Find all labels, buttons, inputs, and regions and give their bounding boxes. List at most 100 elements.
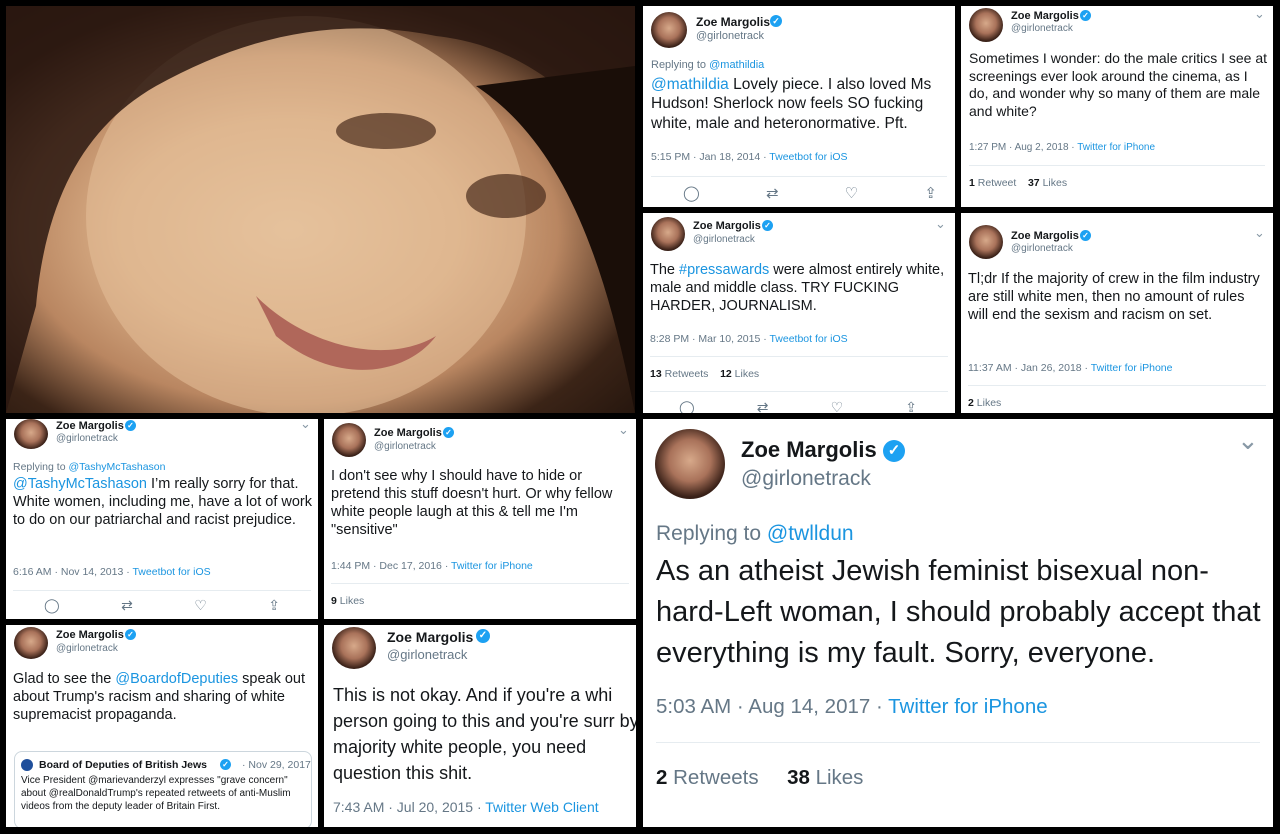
retweet-icon[interactable]: ⇄ (757, 399, 769, 413)
client-link[interactable]: Tweetbot for iOS (769, 151, 847, 163)
avatar[interactable] (332, 627, 376, 669)
timestamp[interactable]: 1:27 PM · Aug 2, 2018 · (969, 142, 1077, 153)
retweet-count[interactable]: 13 (650, 368, 662, 380)
like-icon[interactable]: ♡ (194, 597, 207, 614)
face-illustration (6, 6, 635, 413)
client-link[interactable]: Twitter for iPhone (1077, 142, 1155, 153)
like-label[interactable]: Likes (735, 368, 760, 380)
timestamp[interactable]: 11:37 AM · Jan 26, 2018 · (968, 362, 1091, 374)
chevron-down-icon[interactable]: ⌄ (1254, 225, 1265, 241)
avatar[interactable] (332, 423, 366, 457)
tweet-card-3[interactable]: Zoe Margolis ✓ @girlonetrack ⌄ The #pres… (643, 213, 955, 413)
author-handle[interactable]: @girlonetrack (696, 30, 764, 42)
author-handle[interactable]: @girlonetrack (1011, 243, 1073, 254)
timestamp[interactable]: 7:43 AM · Jul 20, 2015 · (333, 799, 485, 815)
retweet-count[interactable]: 2 (656, 766, 667, 789)
timestamp[interactable]: 5:15 PM · Jan 18, 2014 · (651, 151, 769, 163)
like-icon[interactable]: ♡ (831, 399, 844, 413)
chevron-down-icon[interactable]: ⌄ (1237, 425, 1259, 456)
reply-icon[interactable]: ◯ (683, 184, 700, 202)
quoted-date[interactable]: · Nov 29, 2017 (242, 759, 311, 771)
timestamp[interactable]: 5:03 AM · Aug 14, 2017 · (656, 695, 888, 718)
like-count[interactable]: 9 (331, 595, 337, 607)
avatar[interactable] (969, 225, 1003, 259)
author-name[interactable]: Zoe Margolis (741, 437, 877, 463)
reply-to-link[interactable]: @mathildia (709, 59, 764, 71)
author-handle[interactable]: @girlonetrack (387, 647, 467, 662)
chevron-down-icon[interactable]: ⌄ (300, 419, 311, 432)
retweet-icon[interactable]: ⇄ (121, 597, 133, 614)
author-handle[interactable]: @girlonetrack (1011, 23, 1073, 34)
tweet-card-5[interactable]: Zoe Margolis ✓ @girlonetrack ⌄ Replying … (6, 419, 318, 619)
author-handle[interactable]: @girlonetrack (56, 433, 118, 444)
avatar[interactable] (14, 627, 48, 659)
author-name[interactable]: Zoe Margolis (1011, 230, 1079, 242)
hashtag-link[interactable]: #pressawards (679, 262, 769, 278)
tweet-meta: 7:43 AM · Jul 20, 2015 · Twitter Web Cli… (333, 799, 599, 815)
tweet-text: As an atheist Jewish feminist bisexual n… (656, 555, 1261, 670)
tweet-card-7[interactable]: Zoe Margolis ✓ @girlonetrack ⌄ Replying … (643, 419, 1273, 827)
like-label[interactable]: Likes (1043, 177, 1068, 189)
mention-link[interactable]: @BoardofDeputies (115, 671, 238, 687)
client-link[interactable]: Twitter for iPhone (451, 560, 533, 572)
author-handle[interactable]: @girlonetrack (374, 441, 436, 452)
author-handle[interactable]: @girlonetrack (56, 643, 118, 654)
client-link[interactable]: Twitter for iPhone (1091, 362, 1173, 374)
like-label[interactable]: Likes (816, 766, 864, 789)
author-name[interactable]: Zoe Margolis (374, 427, 442, 439)
author-handle[interactable]: @girlonetrack (693, 234, 755, 245)
timestamp[interactable]: 1:44 PM · Dec 17, 2016 · (331, 560, 451, 572)
avatar[interactable] (655, 429, 725, 499)
like-count[interactable]: 37 (1028, 177, 1040, 189)
share-icon[interactable]: ⇪ (924, 184, 937, 202)
share-icon[interactable]: ⇪ (268, 597, 280, 614)
like-label[interactable]: Likes (340, 595, 365, 607)
retweet-icon[interactable]: ⇄ (766, 184, 779, 202)
reply-icon[interactable]: ◯ (679, 399, 695, 413)
timestamp[interactable]: 8:28 PM · Mar 10, 2015 · (650, 333, 769, 345)
author-name[interactable]: Zoe Margolis (1011, 10, 1079, 22)
retweet-label[interactable]: Retweets (665, 368, 709, 380)
tweet-card-4[interactable]: Zoe Margolis ✓ @girlonetrack ⌄ Tl;dr If … (961, 213, 1273, 413)
chevron-down-icon[interactable]: ⌄ (1254, 6, 1265, 22)
author-handle[interactable]: @girlonetrack (741, 467, 871, 491)
author-name[interactable]: Zoe Margolis (387, 629, 473, 645)
client-link[interactable]: Twitter for iPhone (888, 695, 1048, 718)
like-label[interactable]: Likes (977, 397, 1002, 409)
tweet-card-8[interactable]: Zoe Margolis ✓ @girlonetrack Glad to see… (6, 625, 318, 827)
quoted-tweet[interactable]: Board of Deputies of British Jews ✓ · No… (14, 751, 312, 827)
tweet-card-1[interactable]: Zoe Margolis ✓ @girlonetrack Replying to… (643, 6, 955, 207)
like-count[interactable]: 38 (787, 766, 810, 789)
author-name[interactable]: Zoe Margolis (693, 220, 761, 232)
reply-icon[interactable]: ◯ (44, 597, 60, 614)
retweet-label[interactable]: Retweet (978, 177, 1017, 189)
client-link[interactable]: Tweetbot for iOS (769, 333, 847, 345)
like-icon[interactable]: ♡ (845, 184, 858, 202)
share-icon[interactable]: ⇪ (905, 399, 917, 413)
mention-link[interactable]: @mathildia (651, 76, 729, 93)
avatar[interactable] (14, 419, 48, 449)
tweet-card-6[interactable]: Zoe Margolis ✓ @girlonetrack ⌄ I don't s… (324, 419, 636, 619)
like-count[interactable]: 12 (720, 368, 732, 380)
tweet-card-2[interactable]: Zoe Margolis ✓ @girlonetrack ⌄ Sometimes… (961, 6, 1273, 207)
avatar[interactable] (651, 217, 685, 251)
chevron-down-icon[interactable]: ⌄ (618, 422, 629, 438)
tweet-meta: 5:15 PM · Jan 18, 2014 · Tweetbot for iO… (651, 151, 848, 163)
reply-to-link[interactable]: @TashyMcTashason (68, 461, 165, 473)
retweet-count[interactable]: 1 (969, 177, 975, 189)
chevron-down-icon[interactable]: ⌄ (935, 216, 946, 232)
avatar[interactable] (969, 8, 1003, 42)
reply-to-link[interactable]: @twlldun (767, 522, 854, 545)
timestamp[interactable]: 6:16 AM · Nov 14, 2013 · (13, 566, 132, 578)
author-name[interactable]: Zoe Margolis (696, 15, 770, 29)
author-name[interactable]: Zoe Margolis (56, 420, 124, 432)
client-link[interactable]: Twitter Web Client (485, 799, 598, 815)
author-name[interactable]: Zoe Margolis (56, 629, 124, 641)
client-link[interactable]: Tweetbot for iOS (132, 566, 210, 578)
avatar[interactable] (651, 12, 687, 48)
quoted-author-name[interactable]: Board of Deputies of British Jews (39, 759, 207, 771)
mention-link[interactable]: @TashyMcTashason (13, 476, 147, 492)
tweet-card-9[interactable]: Zoe Margolis ✓ @girlonetrack This is not… (324, 625, 636, 827)
like-count[interactable]: 2 (968, 397, 974, 409)
retweet-label[interactable]: Retweets (673, 766, 758, 789)
